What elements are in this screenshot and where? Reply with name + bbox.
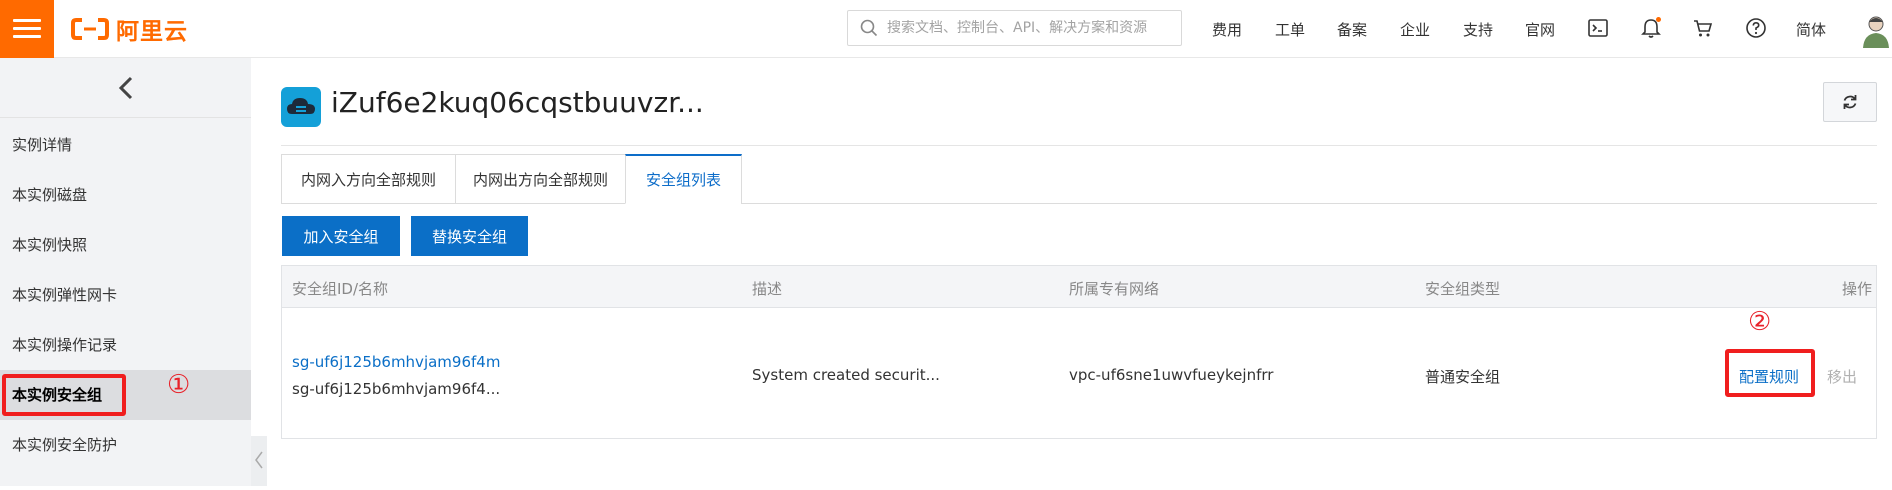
sidebar-collapse-button[interactable] <box>0 58 251 118</box>
security-group-name: sg-uf6j125b6mhvjam96f4... <box>292 380 501 398</box>
chevron-left-icon <box>118 76 132 99</box>
replace-security-group-button[interactable]: 替换安全组 <box>411 216 528 256</box>
security-group-id-link[interactable]: sg-uf6j125b6mhvjam96f4m <box>292 353 500 371</box>
header-operations: 操作 <box>1842 280 1873 298</box>
sidebar: 实例详情 本实例磁盘 本实例快照 本实例弹性网卡 本实例操作记录 本实例安全组 … <box>0 58 251 486</box>
sidebar-item-instance-details[interactable]: 实例详情 <box>12 134 72 155</box>
table-header: 安全组ID/名称 描述 所属专有网络 安全组类型 操作 <box>282 266 1876 308</box>
annotation-marker-2: ② <box>1748 307 1772 337</box>
security-group-description: System created securit... <box>752 366 940 384</box>
search-box[interactable] <box>847 10 1182 46</box>
aliyun-logo-icon <box>70 17 110 41</box>
nav-tickets[interactable]: 工单 <box>1275 19 1305 40</box>
header-description: 描述 <box>752 280 783 298</box>
avatar[interactable] <box>1860 12 1892 48</box>
header-vpc: 所属专有网络 <box>1069 280 1160 298</box>
instance-title: iZuf6e2kuq06cqstbuuvzr... <box>331 86 704 119</box>
cloud-server-icon <box>281 87 321 127</box>
nav-support[interactable]: 支持 <box>1463 19 1493 40</box>
sidebar-item-disks[interactable]: 本实例磁盘 <box>12 184 87 205</box>
header-id-name: 安全组ID/名称 <box>292 280 389 298</box>
search-input[interactable] <box>887 20 1177 36</box>
tab-security-group-list[interactable]: 安全组列表 <box>625 154 742 204</box>
nav-icp[interactable]: 备案 <box>1337 19 1367 40</box>
remove-link[interactable]: 移出 <box>1827 366 1857 387</box>
language-switch[interactable]: 简体 <box>1796 19 1826 40</box>
annotation-marker-1: ① <box>167 370 191 400</box>
sidebar-item-eni[interactable]: 本实例弹性网卡 <box>12 284 117 305</box>
annotation-box-1 <box>2 374 126 416</box>
bell-icon[interactable] <box>1640 17 1662 39</box>
sidebar-item-snapshots[interactable]: 本实例快照 <box>12 234 87 255</box>
annotation-box-2 <box>1725 349 1815 397</box>
header-type: 安全组类型 <box>1425 280 1501 298</box>
security-group-table: 安全组ID/名称 描述 所属专有网络 安全组类型 操作 sg-uf6j125b6… <box>281 265 1877 439</box>
security-group-vpc: vpc-uf6sne1uwvfueykejnfrr <box>1069 366 1274 384</box>
tabs-underline <box>741 203 1877 204</box>
main-content: iZuf6e2kuq06cqstbuuvzr... 内网入方向全部规则 内网出方… <box>251 58 1892 486</box>
top-bar: 阿里云 费用 工单 备案 企业 支持 官网 简体 <box>0 0 1892 58</box>
tab-inbound-rules[interactable]: 内网入方向全部规则 <box>281 154 456 204</box>
sidebar-item-security-protection[interactable]: 本实例安全防护 <box>12 434 117 455</box>
cart-icon[interactable] <box>1692 17 1714 39</box>
refresh-icon <box>1843 95 1857 109</box>
terminal-icon[interactable] <box>1587 17 1609 39</box>
notification-dot <box>1656 17 1661 22</box>
tab-outbound-rules[interactable]: 内网出方向全部规则 <box>455 154 626 204</box>
title-divider <box>281 145 1877 146</box>
help-icon[interactable] <box>1745 17 1767 39</box>
join-security-group-button[interactable]: 加入安全组 <box>282 216 400 256</box>
logo[interactable]: 阿里云 <box>70 14 188 45</box>
search-icon <box>860 19 878 37</box>
nav-enterprise[interactable]: 企业 <box>1400 19 1430 40</box>
logo-text: 阿里云 <box>116 19 188 45</box>
sidebar-item-operation-log[interactable]: 本实例操作记录 <box>12 334 117 355</box>
nav-billing[interactable]: 费用 <box>1212 19 1242 40</box>
menu-icon[interactable] <box>0 0 54 58</box>
refresh-button[interactable] <box>1823 82 1877 122</box>
security-group-type: 普通安全组 <box>1425 368 1501 386</box>
nav-official-site[interactable]: 官网 <box>1525 19 1555 40</box>
